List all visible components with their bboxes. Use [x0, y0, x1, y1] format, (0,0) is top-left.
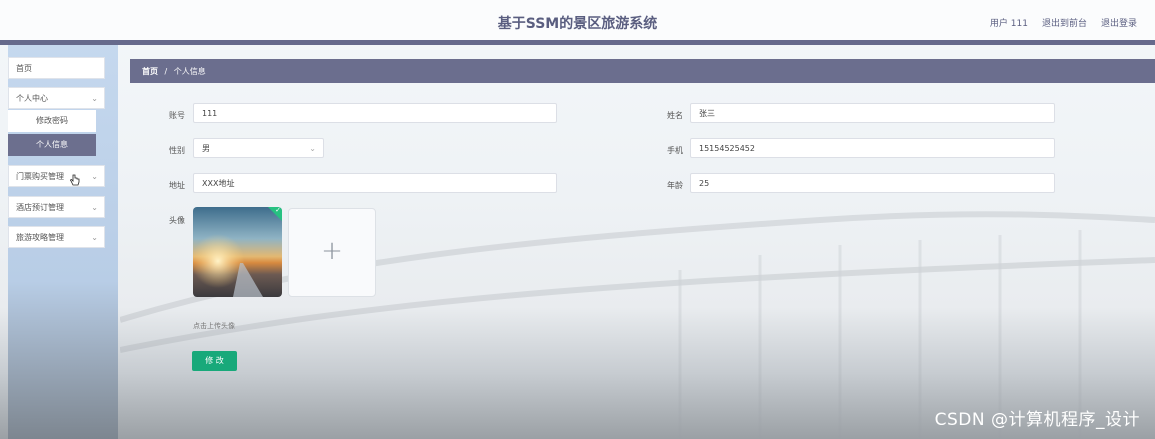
submenu-change-password[interactable]: 修改密码: [8, 110, 96, 132]
sidebar-item-ticket-management[interactable]: 门票购买管理 ⌄: [8, 165, 105, 187]
submenu-personal-info[interactable]: 个人信息: [8, 134, 96, 156]
breadcrumb-current: 个人信息: [173, 67, 206, 76]
chevron-down-icon: ⌄: [91, 203, 98, 212]
breadcrumb-text: 首页 / 个人信息: [142, 66, 206, 77]
breadcrumb: 首页 / 个人信息: [130, 59, 1155, 83]
gender-label: 性别: [169, 146, 185, 155]
address-label: 地址: [169, 181, 185, 190]
submenu-label: 个人信息: [36, 140, 68, 149]
submit-button[interactable]: 修 改: [192, 351, 237, 371]
sidebar-item-profile[interactable]: 个人中心 ⌄: [8, 87, 105, 109]
upload-hint: 点击上传头像: [193, 322, 235, 330]
top-navbar: 基于SSM的景区旅游系统 用户 111 退出到前台 退出登录: [0, 0, 1155, 40]
chevron-down-icon: ⌄: [91, 233, 98, 242]
sidebar-item-label: 门票购买管理: [16, 172, 64, 181]
account-input[interactable]: 111: [193, 103, 557, 123]
top-user-actions: 用户 111 退出到前台 退出登录: [990, 16, 1137, 29]
age-input[interactable]: 25: [690, 173, 1055, 193]
sidebar-item-guide-management[interactable]: 旅游攻略管理 ⌄: [8, 226, 105, 248]
sidebar-item-label: 个人中心: [16, 94, 48, 103]
chevron-down-icon: ⌄: [309, 144, 316, 153]
address-input[interactable]: XXX地址: [193, 173, 557, 193]
account-label: 账号: [169, 111, 185, 120]
check-icon: ✓: [275, 207, 281, 214]
hand-cursor-icon: [70, 174, 80, 186]
sidebar-item-hotel-management[interactable]: 酒店预订管理 ⌄: [8, 196, 105, 218]
name-input[interactable]: 张三: [690, 103, 1055, 123]
app-title: 基于SSM的景区旅游系统: [497, 16, 658, 32]
sidebar-item-label: 首页: [16, 64, 32, 73]
logout-link[interactable]: 退出登录: [1101, 16, 1137, 29]
avatar-label: 头像: [169, 216, 185, 225]
sidebar-item-label: 酒店预订管理: [16, 203, 64, 212]
gender-value: 男: [202, 144, 210, 153]
breadcrumb-separator: /: [164, 67, 168, 76]
phone-input[interactable]: 15154525452: [690, 138, 1055, 158]
chevron-down-icon: ⌄: [91, 172, 98, 181]
sidebar-item-home[interactable]: 首页: [8, 57, 105, 79]
avatar-image[interactable]: ✓: [193, 207, 282, 297]
submenu-label: 修改密码: [36, 116, 68, 125]
watermark: CSDN @计算机程序_设计: [934, 410, 1140, 430]
upload-button[interactable]: +: [288, 208, 376, 297]
age-label: 年龄: [667, 181, 683, 190]
username-label: 用户 111: [989, 19, 1028, 29]
plus-icon: +: [321, 236, 343, 266]
name-label: 姓名: [667, 111, 683, 120]
back-to-front-link[interactable]: 退出到前台: [1042, 16, 1087, 29]
top-divider: [0, 40, 1155, 45]
phone-label: 手机: [667, 146, 683, 155]
breadcrumb-home[interactable]: 首页: [142, 67, 158, 76]
gender-select[interactable]: 男 ⌄: [193, 138, 324, 158]
chevron-down-icon: ⌄: [91, 94, 98, 103]
sidebar-item-label: 旅游攻略管理: [16, 233, 64, 242]
sidebar: 首页 个人中心 ⌄ 修改密码 个人信息 门票购买管理 ⌄ 酒店预订管理 ⌄ 旅游…: [8, 45, 118, 439]
